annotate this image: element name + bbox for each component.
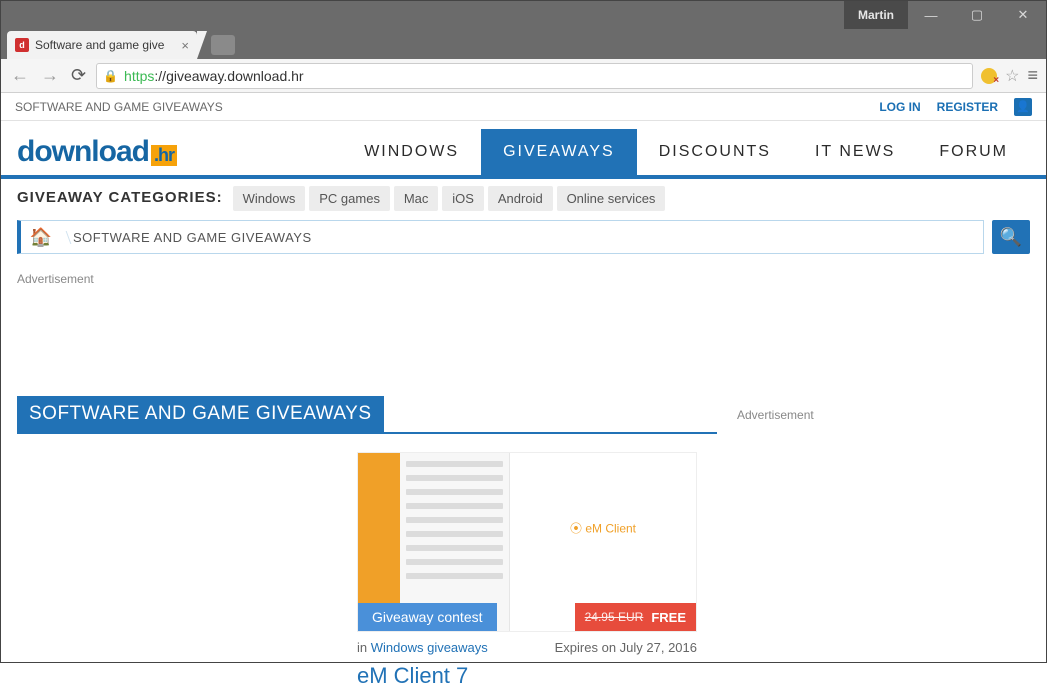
nav-item-giveaways[interactable]: GIVEAWAYS <box>481 129 637 175</box>
browser-menu-button[interactable]: ≡ <box>1027 65 1038 86</box>
category-label: GIVEAWAY CATEGORIES: <box>17 189 223 206</box>
category-android[interactable]: Android <box>488 186 553 211</box>
side-column: Advertisement <box>737 396 1017 689</box>
site-logo[interactable]: download.hr <box>17 135 177 169</box>
meta-in-prefix: in <box>357 640 371 655</box>
login-link[interactable]: LOG IN <box>879 100 920 114</box>
url-host: ://giveaway.download.hr <box>154 68 303 84</box>
topbar-left-text: SOFTWARE AND GAME GIVEAWAYS <box>15 100 223 114</box>
home-icon[interactable]: 🏠 <box>21 227 61 248</box>
nav-item-windows[interactable]: WINDOWS <box>342 129 481 175</box>
window-titlebar: Martin — ▢ ✕ <box>1 1 1046 29</box>
browser-tab[interactable]: d Software and game givea × <box>7 31 197 59</box>
price-original: 24.95 EUR <box>585 610 644 624</box>
ad-label-top: Advertisement <box>1 258 1046 286</box>
bookmark-star-icon[interactable]: ☆ <box>1005 66 1019 86</box>
header: download.hr WINDOWSGIVEAWAYSDISCOUNTSIT … <box>1 121 1046 175</box>
os-username[interactable]: Martin <box>844 1 908 29</box>
main-column: SOFTWARE AND GAME GIVEAWAYS ⦿ eM Client … <box>17 396 717 689</box>
breadcrumb-row: 🏠 SOFTWARE AND GAME GIVEAWAYS 🔍 <box>1 216 1046 258</box>
search-icon: 🔍 <box>1000 227 1022 248</box>
giveaway-card[interactable]: ⦿ eM Client Giveaway contest 24.95 EUR F… <box>357 452 697 689</box>
category-windows[interactable]: Windows <box>233 186 306 211</box>
tab-title: Software and game givea <box>35 38 165 52</box>
nav-item-discounts[interactable]: DISCOUNTS <box>637 129 793 175</box>
logo-text: download <box>17 135 149 169</box>
new-tab-button[interactable] <box>211 35 235 55</box>
user-icon[interactable]: 👤 <box>1014 98 1032 116</box>
forward-button[interactable]: → <box>39 65 61 86</box>
breadcrumb-text: SOFTWARE AND GAME GIVEAWAYS <box>73 230 312 245</box>
section-title: SOFTWARE AND GAME GIVEAWAYS <box>17 396 384 432</box>
ad-label-side: Advertisement <box>737 396 1017 422</box>
url-text: https://giveaway.download.hr <box>124 68 304 84</box>
category-mac[interactable]: Mac <box>394 186 439 211</box>
site-top-bar: SOFTWARE AND GAME GIVEAWAYS LOG IN REGIS… <box>1 93 1046 121</box>
category-online-services[interactable]: Online services <box>557 186 666 211</box>
meta-expires: Expires on July 27, 2016 <box>555 640 697 655</box>
url-protocol: https <box>124 68 154 84</box>
nav-item-forum[interactable]: FORUM <box>917 129 1030 175</box>
product-title[interactable]: eM Client 7 <box>357 663 697 689</box>
main-nav: WINDOWSGIVEAWAYSDISCOUNTSIT NEWSFORUM <box>342 129 1030 175</box>
price-free: FREE <box>651 610 686 625</box>
tab-favicon: d <box>15 38 29 52</box>
extension-icon[interactable] <box>981 68 997 84</box>
logo-suffix: .hr <box>151 145 177 166</box>
category-row: GIVEAWAY CATEGORIES: Windows PC games Ma… <box>1 179 1046 216</box>
card-brand: ⦿ eM Client <box>570 519 636 536</box>
browser-tabstrip: d Software and game givea × <box>1 29 1046 59</box>
back-button[interactable]: ← <box>9 65 31 86</box>
badge-contest: Giveaway contest <box>358 603 497 631</box>
reload-button[interactable]: ⟳ <box>69 65 88 86</box>
section-rule <box>17 432 717 434</box>
search-button[interactable]: 🔍 <box>992 220 1030 254</box>
card-image: ⦿ eM Client Giveaway contest 24.95 EUR F… <box>357 452 697 632</box>
category-ios[interactable]: iOS <box>442 186 484 211</box>
close-window-button[interactable]: ✕ <box>1000 1 1046 29</box>
nav-item-it-news[interactable]: IT NEWS <box>793 129 917 175</box>
content-area: SOFTWARE AND GAME GIVEAWAYS ⦿ eM Client … <box>1 396 1046 689</box>
meta-category-link[interactable]: Windows giveaways <box>371 640 488 655</box>
register-link[interactable]: REGISTER <box>937 100 998 114</box>
address-bar[interactable]: 🔒 https://giveaway.download.hr <box>96 63 973 89</box>
breadcrumb: 🏠 SOFTWARE AND GAME GIVEAWAYS <box>17 220 984 254</box>
tab-close-button[interactable]: × <box>181 38 189 53</box>
badge-price: 24.95 EUR FREE <box>575 603 696 631</box>
category-pc-games[interactable]: PC games <box>309 186 390 211</box>
browser-toolbar: ← → ⟳ 🔒 https://giveaway.download.hr ☆ ≡ <box>1 59 1046 93</box>
minimize-button[interactable]: — <box>908 1 954 29</box>
lock-icon: 🔒 <box>103 69 118 83</box>
maximize-button[interactable]: ▢ <box>954 1 1000 29</box>
card-meta: in Windows giveaways Expires on July 27,… <box>357 632 697 663</box>
